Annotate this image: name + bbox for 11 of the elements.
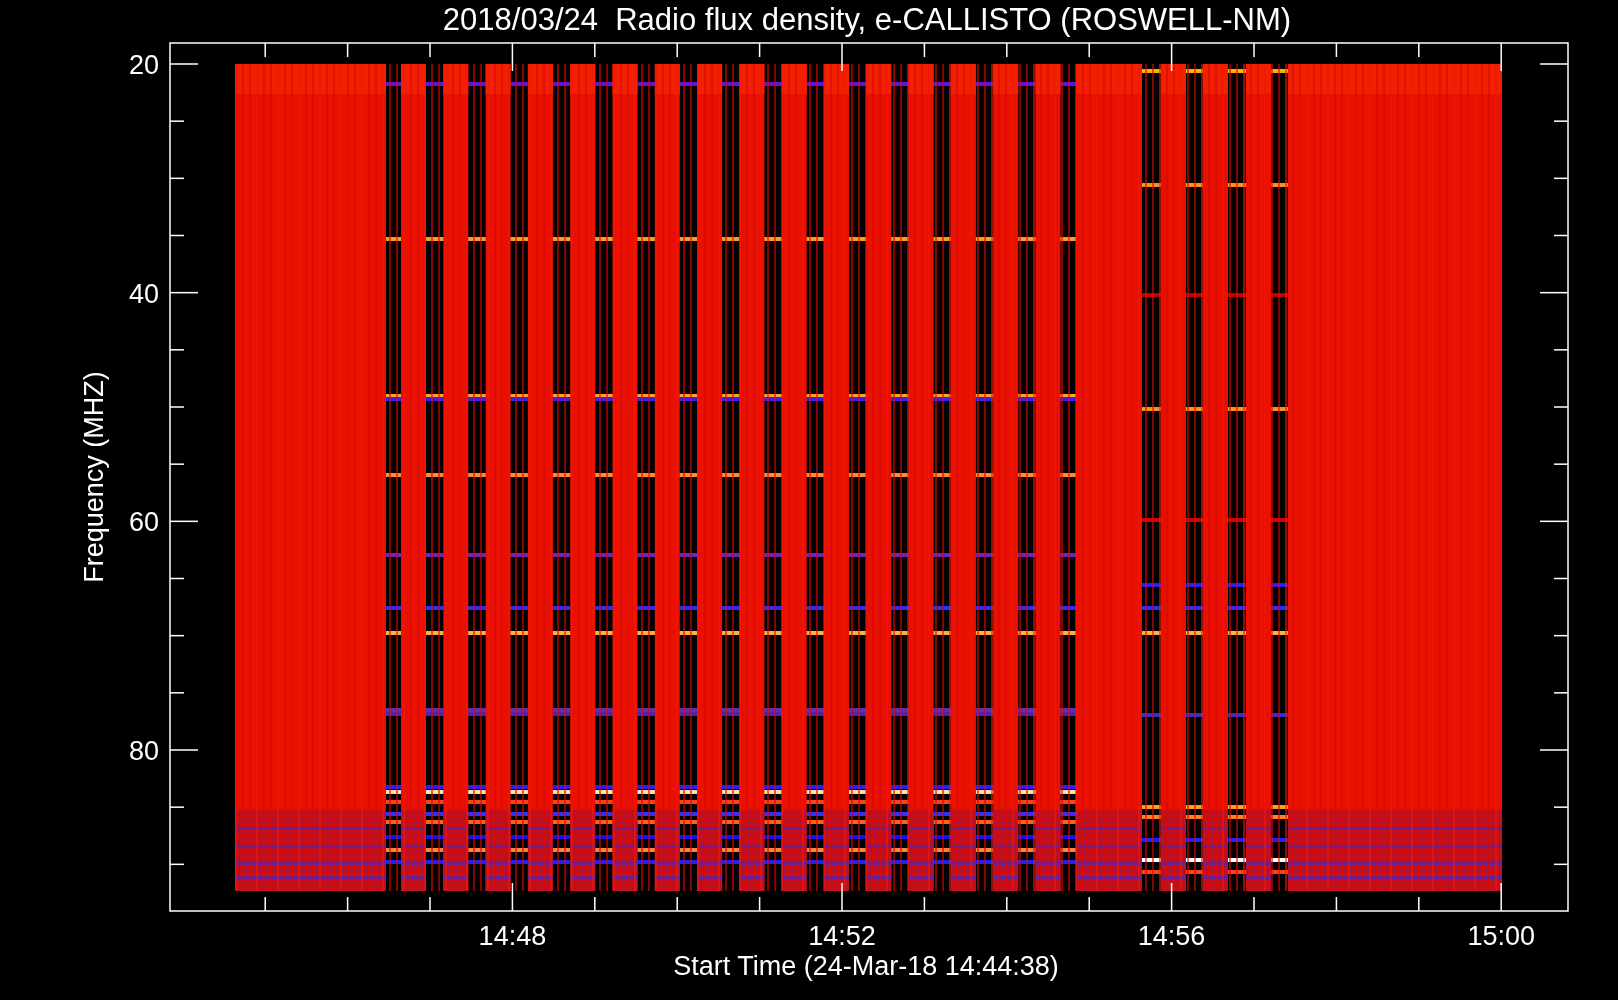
- y-tick-label: 40: [128, 278, 159, 309]
- x-tick-label: 14:56: [1137, 921, 1206, 951]
- y-tick-label: 80: [128, 736, 159, 766]
- x-tick-label: 14:52: [808, 921, 876, 951]
- x-tick-label: 14:48: [478, 921, 547, 951]
- y-tick-label: 60: [128, 507, 159, 538]
- x-axis-label: Start Time (24-Mar-18 14:44:38): [673, 951, 1059, 981]
- y-axis-label: Frequency (MHZ): [79, 371, 109, 583]
- chart-title: 2018/03/24 Radio flux density, e-CALLISTO (ROSWELL-NM): [442, 2, 1292, 37]
- x-tick-label: 15:00: [1467, 921, 1535, 951]
- y-tick-label: 20: [128, 50, 159, 80]
